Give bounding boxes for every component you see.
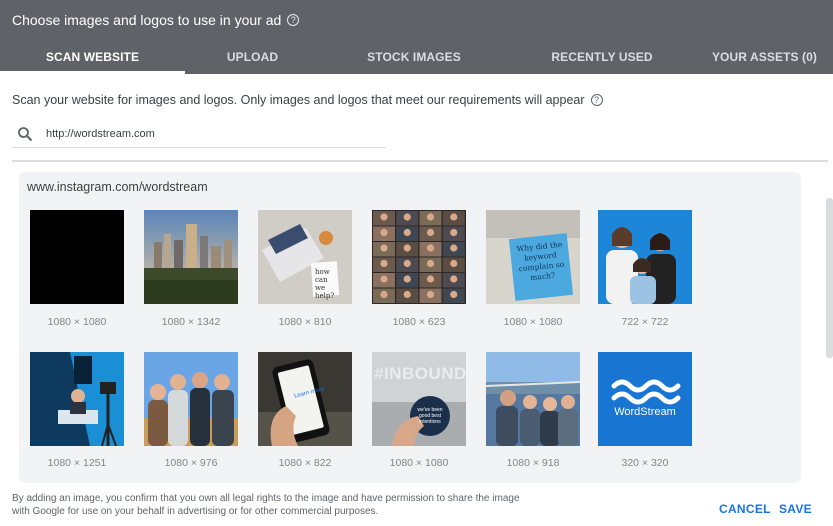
image-thumbnail-inbound-sign[interactable]: #INBOUND we've been good best intentions bbox=[372, 352, 466, 446]
image-thumbnail-group-bridge[interactable] bbox=[486, 352, 580, 446]
image-dimensions: 1080 × 623 bbox=[392, 316, 446, 328]
image-dimensions: 1080 × 810 bbox=[278, 316, 332, 328]
search-icon bbox=[14, 123, 36, 145]
image-thumbnail-sticky-note[interactable]: Why did the keyword complain so much? bbox=[486, 210, 580, 304]
video-tile-face bbox=[426, 213, 435, 221]
video-tile-face bbox=[380, 244, 388, 252]
help-icon[interactable]: ? bbox=[590, 94, 603, 106]
image-dimensions: 1080 × 1342 bbox=[161, 316, 221, 328]
image-thumbnail-four-people[interactable] bbox=[144, 352, 238, 446]
video-tile-face bbox=[403, 275, 411, 283]
video-tile-face bbox=[403, 213, 411, 221]
note-text: how can we help? bbox=[315, 268, 335, 300]
sticky-note-text: Why did the keyword complain so much? bbox=[516, 239, 565, 283]
video-tile-face bbox=[426, 290, 435, 299]
legal-notice: By adding an image, you confirm that you… bbox=[12, 493, 520, 517]
video-tile-face bbox=[426, 259, 435, 268]
tab-recently-used[interactable]: RECENTLY USED bbox=[508, 40, 696, 74]
video-tile-face bbox=[403, 244, 411, 252]
image-dimensions: 1080 × 1080 bbox=[389, 457, 449, 469]
scrollbar[interactable] bbox=[826, 198, 833, 358]
tab-stock-images[interactable]: STOCK IMAGES bbox=[320, 40, 508, 74]
source-label: www.instagram.com/wordstream bbox=[27, 180, 208, 194]
sign-subtext: we've been good best intentions bbox=[417, 407, 443, 425]
image-thumbnail-studio-desk[interactable] bbox=[30, 352, 124, 446]
image-dimensions: 1080 × 1251 bbox=[47, 457, 107, 469]
image-dimensions: 1080 × 918 bbox=[506, 457, 560, 469]
video-tile-face bbox=[450, 275, 458, 283]
video-tile-face bbox=[403, 259, 411, 268]
image-dimensions: 1080 × 976 bbox=[164, 457, 218, 469]
video-tile-face bbox=[426, 275, 435, 283]
dialog-title: Choose images and logos to use in your a… bbox=[12, 12, 282, 28]
tab-upload[interactable]: UPLOAD bbox=[185, 40, 320, 74]
video-tile-face bbox=[380, 290, 388, 299]
tab-bar: SCAN WEBSITE UPLOAD STOCK IMAGES RECENTL… bbox=[0, 40, 833, 74]
video-tile-face bbox=[380, 228, 388, 237]
image-dimensions: 1080 × 1080 bbox=[503, 316, 563, 328]
image-thumbnail-city-skyline[interactable] bbox=[144, 210, 238, 304]
video-tile-face bbox=[450, 290, 458, 299]
video-tile-face bbox=[450, 259, 458, 268]
tab-your-assets[interactable]: YOUR ASSETS (0) bbox=[696, 40, 833, 74]
image-thumbnail-laptop-desk[interactable]: how can we help? bbox=[258, 210, 352, 304]
url-input[interactable] bbox=[46, 127, 366, 140]
video-tile-face bbox=[450, 228, 458, 237]
wordstream-logo-icon bbox=[598, 352, 692, 446]
sign-text: #INBOUND bbox=[374, 364, 466, 383]
scan-description-row: Scan your website for images and logos. … bbox=[12, 93, 603, 107]
image-thumbnail-phone-in-hand[interactable]: Learn more bbox=[258, 352, 352, 446]
video-tile-face bbox=[403, 290, 411, 299]
help-icon[interactable]: ? bbox=[287, 14, 300, 26]
image-gallery: www.instagram.com/wordstream 1080 × 1080… bbox=[19, 172, 801, 483]
logo-text: WordStream bbox=[614, 406, 676, 418]
video-tile-face bbox=[426, 228, 435, 237]
video-tile-face bbox=[403, 228, 411, 237]
url-search-field[interactable] bbox=[12, 120, 386, 148]
video-tile-face bbox=[380, 259, 388, 268]
video-tile-face bbox=[450, 213, 458, 221]
video-tile-face bbox=[380, 213, 388, 221]
image-dimensions: 722 × 722 bbox=[621, 316, 669, 328]
tab-scan-website[interactable]: SCAN WEBSITE bbox=[0, 40, 185, 74]
image-thumbnail-black[interactable] bbox=[30, 210, 124, 304]
dialog-title-row: Choose images and logos to use in your a… bbox=[12, 12, 300, 28]
image-thumbnail-wordstream-logo[interactable]: WordStream bbox=[598, 352, 692, 446]
video-tile-face bbox=[426, 244, 435, 252]
scan-description: Scan your website for images and logos. … bbox=[12, 93, 585, 107]
cancel-button[interactable]: CANCEL bbox=[719, 502, 771, 516]
video-tile-face bbox=[380, 275, 388, 283]
save-button[interactable]: SAVE bbox=[779, 502, 812, 516]
image-thumbnail-three-women[interactable] bbox=[598, 210, 692, 304]
image-dimensions: 1080 × 822 bbox=[278, 457, 332, 469]
image-dimensions: 1080 × 1080 bbox=[47, 316, 107, 328]
divider bbox=[12, 160, 828, 162]
video-tile-face bbox=[450, 244, 458, 252]
image-dimensions: 320 × 320 bbox=[621, 457, 669, 469]
image-thumbnail-video-call-grid[interactable] bbox=[372, 210, 466, 304]
dialog-header: Choose images and logos to use in your a… bbox=[0, 0, 833, 74]
